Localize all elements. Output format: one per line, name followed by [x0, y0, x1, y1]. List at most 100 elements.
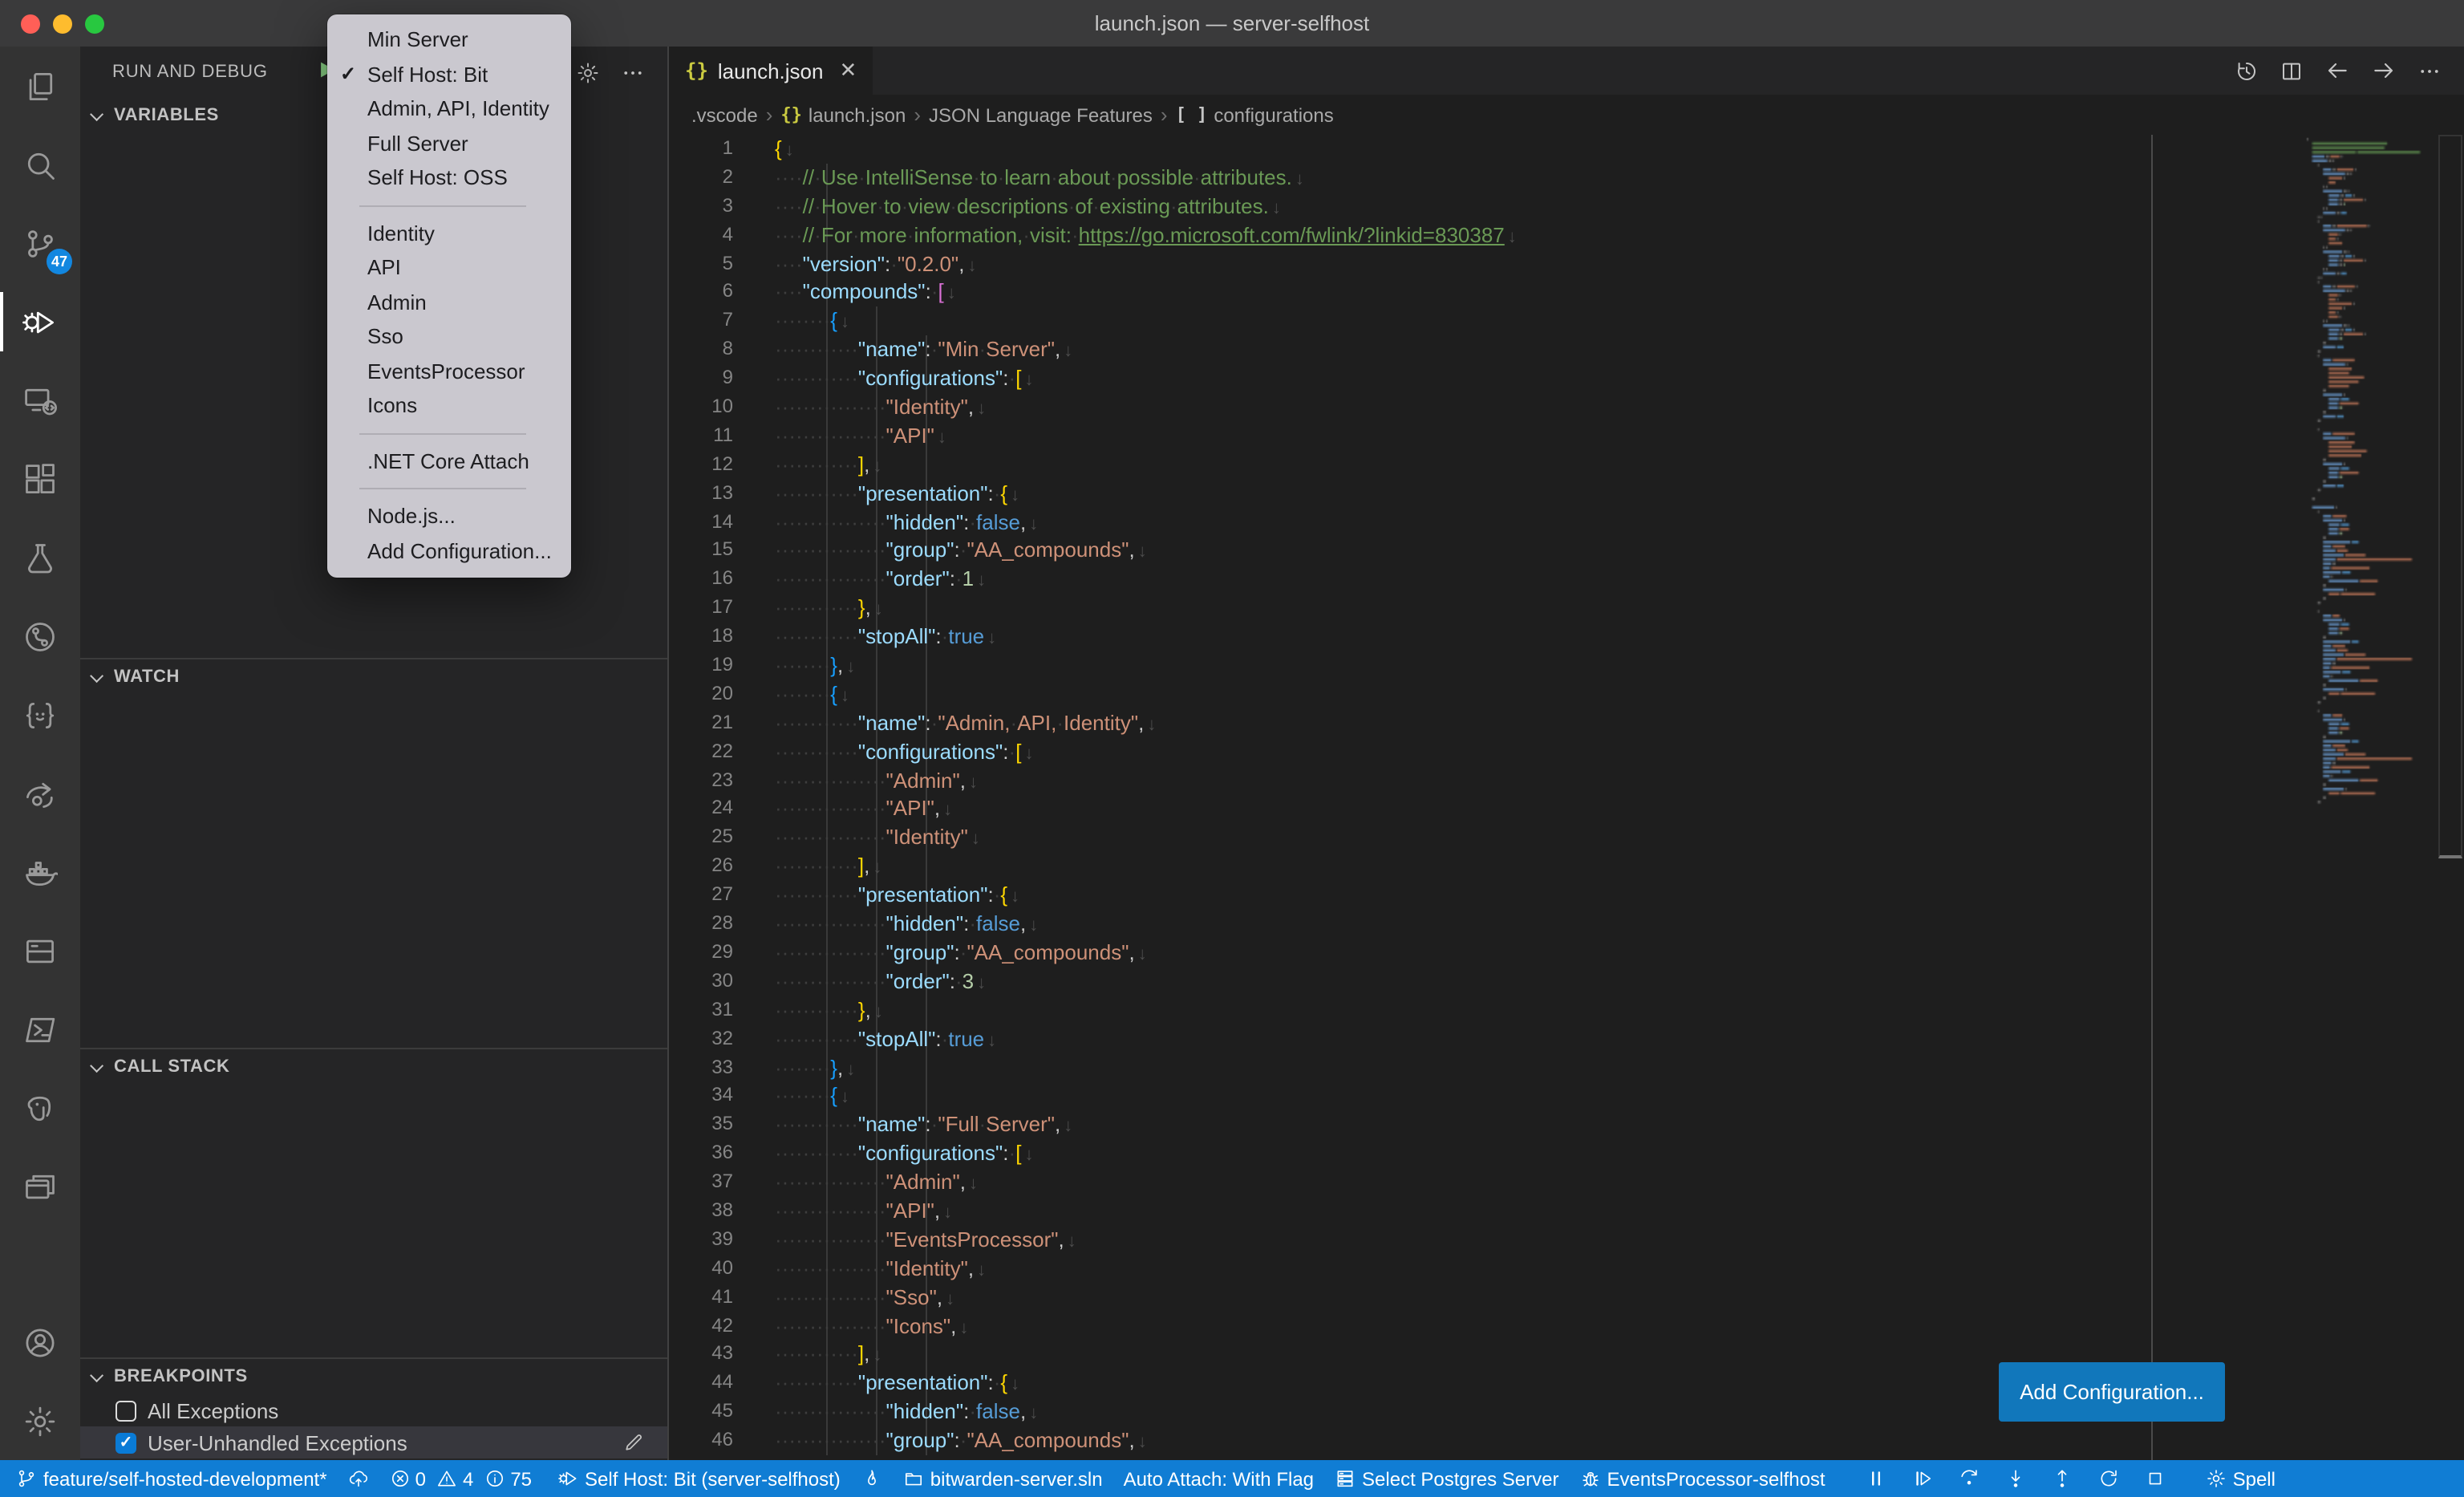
breadcrumb-item[interactable]: .vscode	[691, 103, 758, 126]
code-line-28[interactable]: 28················"hidden":·false,↓	[669, 910, 2464, 939]
status-debug-configuration[interactable]: Self Host: Bit (server-selfhost)	[557, 1467, 841, 1490]
call-stack-section-header[interactable]: CALL STACK	[80, 1049, 667, 1085]
code-line-42[interactable]: 42················"Icons",↓	[669, 1312, 2464, 1341]
code-line-29[interactable]: 29················"group":·"AA_compounds…	[669, 939, 2464, 968]
menu-item-api[interactable]: API	[327, 250, 571, 285]
checkbox[interactable]	[116, 1400, 136, 1421]
menu-item-admin-api-identity[interactable]: Admin, API, Identity	[327, 91, 571, 126]
menu-item-full-server[interactable]: Full Server	[327, 126, 571, 160]
debug-settings-gear-icon[interactable]	[576, 60, 600, 84]
code-line-40[interactable]: 40················"Identity",↓	[669, 1254, 2464, 1283]
activity-bar-live-share[interactable]	[0, 754, 80, 833]
edit-pencil-icon[interactable]	[622, 1431, 645, 1454]
breadcrumb-item[interactable]: JSON Language Features	[929, 103, 1153, 126]
status-debug-stop[interactable]	[2145, 1468, 2166, 1489]
code-line-39[interactable]: 39················"EventsProcessor",↓	[669, 1226, 2464, 1255]
code-line-13[interactable]: 13············"presentation":·{↓	[669, 479, 2464, 508]
activity-bar-testing[interactable]	[0, 518, 80, 597]
activity-bar-storage[interactable]	[0, 911, 80, 990]
status-debug-session[interactable]: EventsProcessor-selfhost	[1579, 1467, 1825, 1490]
code-line-16[interactable]: 16················"order":·1↓	[669, 566, 2464, 594]
code-line-23[interactable]: 23················"Admin",↓	[669, 766, 2464, 795]
activity-bar-explorer[interactable]	[0, 47, 80, 125]
menu-item-node-js[interactable]: Node.js...	[327, 499, 571, 533]
code-line-4[interactable]: 4····//·For·more·information,·visit:·htt…	[669, 221, 2464, 250]
more-actions-icon[interactable]	[2417, 59, 2442, 83]
code-line-46[interactable]: 46················"group":·"AA_compounds…	[669, 1426, 2464, 1455]
breadcrumb-item[interactable]: [ ]configurations	[1176, 103, 1334, 126]
activity-bar-powershell[interactable]	[0, 990, 80, 1069]
activity-bar-gitlens[interactable]	[0, 597, 80, 675]
checkbox[interactable]: ✓	[116, 1432, 136, 1453]
breakpoint-user-unhandled-exceptions[interactable]: ✓User-Unhandled Exceptions	[80, 1426, 667, 1458]
code-line-20[interactable]: 20········{↓	[669, 680, 2464, 709]
status-debug-restart[interactable]	[2098, 1468, 2119, 1489]
code-line-31[interactable]: 31············},↓	[669, 996, 2464, 1024]
code-line-26[interactable]: 26············],↓	[669, 853, 2464, 882]
code-line-27[interactable]: 27············"presentation":·{↓	[669, 881, 2464, 910]
status-debug-step-over[interactable]	[1959, 1468, 1980, 1489]
code-line-38[interactable]: 38················"API",↓	[669, 1197, 2464, 1226]
activity-bar-copilot[interactable]	[0, 675, 80, 754]
code-line-8[interactable]: 8············"name":·"Min·Server",↓	[669, 335, 2464, 364]
menu-item-identity[interactable]: Identity	[327, 216, 571, 250]
scrollbar[interactable]	[2438, 135, 2462, 858]
navigate-forward-icon[interactable]	[2371, 58, 2397, 83]
timeline-history-icon[interactable]	[2235, 59, 2259, 83]
tab-launch-json[interactable]: {} launch.json ✕	[669, 47, 873, 95]
code-line-1[interactable]: 1{↓	[669, 135, 2464, 164]
activity-bar-source-control[interactable]: 47	[0, 204, 80, 282]
code-line-25[interactable]: 25················"Identity"↓	[669, 824, 2464, 853]
status-debug-step-out[interactable]	[2052, 1468, 2073, 1489]
add-configuration-button[interactable]: Add Configuration...	[1999, 1362, 2225, 1422]
activity-bar-accounts[interactable]	[0, 1303, 80, 1381]
code-line-24[interactable]: 24················"API",↓	[669, 795, 2464, 824]
code-line-37[interactable]: 37················"Admin",↓	[669, 1168, 2464, 1197]
code-line-2[interactable]: 2····//·Use·IntelliSense·to·learn·about·…	[669, 164, 2464, 193]
code-line-34[interactable]: 34········{↓	[669, 1082, 2464, 1111]
status-auto-attach[interactable]: Auto Attach: With Flag	[1124, 1467, 1314, 1490]
code-line-30[interactable]: 30················"order":·3↓	[669, 968, 2464, 996]
code-line-5[interactable]: 5····"version":·"0.2.0",↓	[669, 250, 2464, 278]
breakpoints-section-header[interactable]: BREAKPOINTS	[80, 1359, 667, 1394]
code-line-19[interactable]: 19········},↓	[669, 651, 2464, 680]
code-line-18[interactable]: 18············"stopAll":·true↓	[669, 623, 2464, 651]
code-line-7[interactable]: 7········{↓	[669, 307, 2464, 336]
status-debug-step-into[interactable]	[2005, 1468, 2026, 1489]
menu-item-sso[interactable]: Sso	[327, 319, 571, 354]
status-flame-indicator[interactable]	[861, 1468, 882, 1489]
menu-item-min-server[interactable]: Min Server	[327, 22, 571, 57]
code-line-32[interactable]: 32············"stopAll":·true↓	[669, 1024, 2464, 1053]
status-problems[interactable]: 0475	[390, 1467, 537, 1490]
status-git-branch[interactable]: feature/self-hosted-development*	[16, 1467, 327, 1490]
status-debug-pause[interactable]	[1866, 1468, 1886, 1489]
code-editor[interactable]: 1{↓2····//·Use·IntelliSense·to·learn·abo…	[669, 135, 2464, 1460]
menu-item-add-configuration[interactable]: Add Configuration...	[327, 533, 571, 568]
code-line-3[interactable]: 3····//·Hover·to·view·descriptions·of·ex…	[669, 193, 2464, 221]
status-postgres-server-picker[interactable]: Select Postgres Server	[1335, 1467, 1558, 1490]
code-line-15[interactable]: 15················"group":·"AA_compounds…	[669, 537, 2464, 566]
menu-item-net-core-attach[interactable]: .NET Core Attach	[327, 444, 571, 478]
code-line-21[interactable]: 21············"name":·"Admin,·API,·Ident…	[669, 709, 2464, 738]
breadcrumb-item[interactable]: {}launch.json	[780, 103, 906, 126]
menu-item-self-host-oss[interactable]: Self Host: OSS	[327, 160, 571, 195]
status-spell-checker[interactable]: Spell	[2206, 1467, 2276, 1490]
code-line-41[interactable]: 41················"Sso",↓	[669, 1283, 2464, 1312]
close-tab-icon[interactable]: ✕	[839, 58, 857, 83]
watch-section-header[interactable]: WATCH	[80, 659, 667, 695]
code-line-35[interactable]: 35············"name":·"Full·Server",↓	[669, 1111, 2464, 1140]
menu-item-eventsprocessor[interactable]: EventsProcessor	[327, 354, 571, 388]
navigate-back-icon[interactable]	[2324, 58, 2350, 83]
code-line-10[interactable]: 10················"Identity",↓	[669, 393, 2464, 422]
menu-item-self-host-bit[interactable]: ✓Self Host: Bit	[327, 57, 571, 91]
activity-bar-settings[interactable]	[0, 1381, 80, 1460]
code-line-11[interactable]: 11················"API"↓	[669, 422, 2464, 451]
code-line-6[interactable]: 6····"compounds":·[↓	[669, 278, 2464, 307]
code-line-14[interactable]: 14················"hidden":·false,↓	[669, 508, 2464, 537]
activity-bar-window-panels[interactable]	[0, 1147, 80, 1226]
status-solution-picker[interactable]: bitwarden-server.sln	[903, 1467, 1103, 1490]
menu-item-admin[interactable]: Admin	[327, 285, 571, 319]
status-publish-changes[interactable]	[348, 1468, 369, 1489]
activity-bar-run-and-debug[interactable]	[0, 282, 80, 361]
activity-bar-postgresql[interactable]	[0, 1069, 80, 1147]
